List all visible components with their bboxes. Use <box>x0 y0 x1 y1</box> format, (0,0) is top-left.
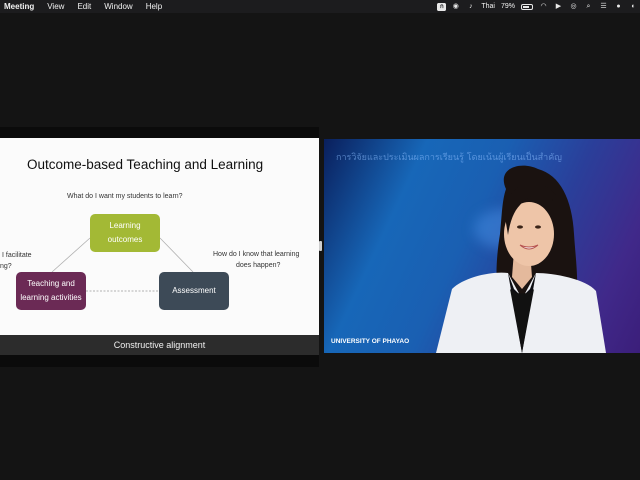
slide-caption: Constructive alignment <box>113 340 206 350</box>
connector-outcomes-assessment <box>159 237 194 273</box>
presentation-slide: Outcome-based Teaching and Learning What… <box>0 138 319 335</box>
battery-percent: 79% <box>500 3 515 10</box>
menu-window[interactable]: Window <box>98 0 139 13</box>
search-icon[interactable]: ⌕ <box>584 3 593 11</box>
question-left-line1: I facilitate <box>2 252 32 259</box>
learning-outcomes-line2: outcomes <box>107 235 143 244</box>
notes-icon[interactable]: ◐ <box>629 3 638 11</box>
slide-caption-bar: Constructive alignment <box>0 335 319 355</box>
control-center-icon[interactable]: ☰ <box>599 3 608 11</box>
menu-edit[interactable]: Edit <box>71 0 98 13</box>
learning-outcomes-line1: Learning <box>109 221 141 230</box>
menu-help[interactable]: Help <box>140 0 169 13</box>
user-icon[interactable]: ◎ <box>569 3 578 11</box>
menu-view[interactable]: View <box>41 0 71 13</box>
question-left-line2: ng? <box>0 263 12 270</box>
assessment-box: Assessment <box>159 272 229 310</box>
menu-meeting[interactable]: Meeting <box>0 0 41 13</box>
panel-resize-handle[interactable] <box>319 241 322 251</box>
participant-name-label: UNIVERSITY OF PHAYAO <box>331 338 410 345</box>
menu-bar: Meeting View Edit Window Help ■ ◉ ♪ ก Th… <box>0 0 640 13</box>
battery-icon[interactable] <box>521 3 533 10</box>
learning-outcomes-box: Learning outcomes <box>90 214 160 252</box>
presenter-figure <box>436 165 606 353</box>
notification-icon[interactable]: ♪ <box>466 3 475 11</box>
wifi-icon[interactable]: ◠ <box>539 3 548 11</box>
question-right-line2: does happen? <box>236 262 281 269</box>
question-top: What do I want my students to learn? <box>67 193 183 200</box>
teaching-activities-line2: learning activities <box>20 293 82 302</box>
assessment-label: Assessment <box>172 286 216 295</box>
status-area: ■ ◉ ♪ ก Thai 79% ◠ ▶ ◎ ⌕ ☰ ● ◐ <box>437 0 638 13</box>
teaching-activities-line1: Teaching and <box>27 279 75 288</box>
play-icon[interactable]: ▶ <box>554 3 563 11</box>
teaching-activities-box: Teaching and learning activities <box>16 272 86 310</box>
screen-share-icon[interactable]: ◉ <box>451 3 460 11</box>
battery-fill <box>523 5 530 8</box>
input-source-label[interactable]: Thai <box>481 3 495 10</box>
input-source-icon[interactable]: ก <box>437 2 447 11</box>
question-right-line1: How do I know that learning <box>213 251 300 258</box>
shared-screen-panel[interactable]: Outcome-based Teaching and Learning What… <box>0 127 319 367</box>
connector-outcomes-teaching <box>51 237 91 273</box>
participant-video[interactable]: การวิจัยและประเมินผลการเรียนรู้ โดยเน้นผ… <box>324 139 640 353</box>
siri-icon[interactable]: ● <box>614 3 623 11</box>
